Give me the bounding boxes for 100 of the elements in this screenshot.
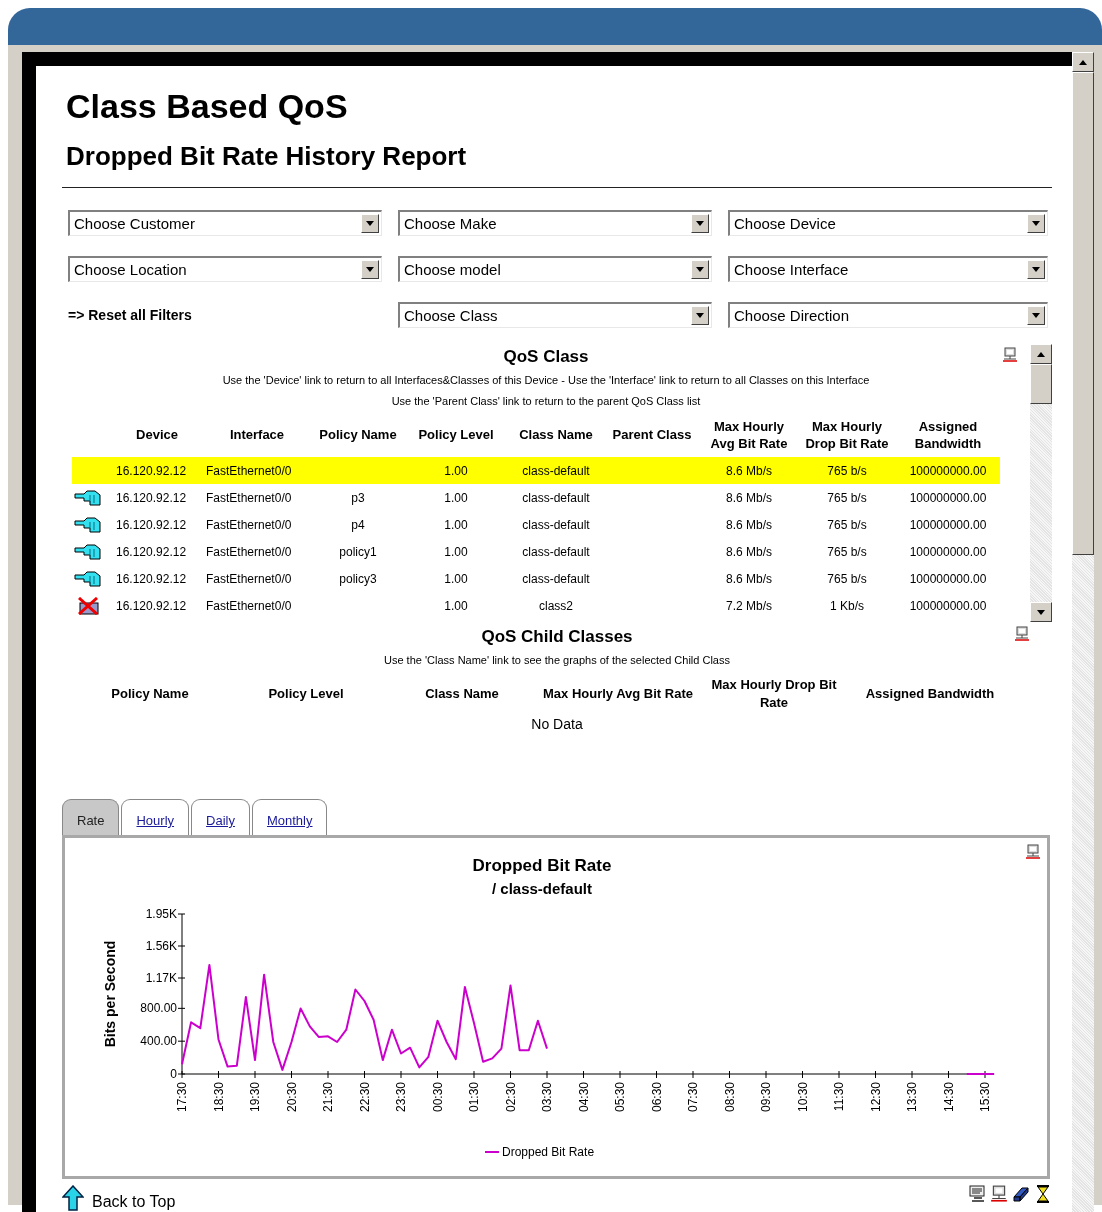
dropdown[interactable]: Choose Class xyxy=(398,302,712,328)
x-tick-label: 14:30 xyxy=(941,1082,956,1113)
table-cell: 16.120.92.12 xyxy=(116,490,187,505)
y-tick-label: 0 xyxy=(170,1067,177,1081)
scrollbar[interactable] xyxy=(1030,344,1052,622)
chart-subtitle: / class-default xyxy=(492,880,592,897)
legend-label: Dropped Bit Rate xyxy=(502,1145,595,1159)
table-cell: FastEthernet0/0 xyxy=(206,598,292,613)
dropdown[interactable]: Choose Interface xyxy=(728,256,1048,282)
up-arrow-icon[interactable] xyxy=(62,1185,84,1211)
table-cell: 1.00 xyxy=(444,571,468,586)
x-tick-label: 12:30 xyxy=(868,1082,883,1113)
y-tick-label: 400.00 xyxy=(140,1034,177,1049)
table-cell: 100000000.00 xyxy=(909,598,987,613)
x-tick-label: 01:30 xyxy=(467,1082,481,1113)
table-row[interactable]: 16.120.92.12 FastEthernet0/0 p3 1.00 class-default 8.6 Mb/s 765 b/s 100000000.00 xyxy=(72,484,1000,511)
hand-icon[interactable] xyxy=(74,515,102,534)
computer-icon[interactable] xyxy=(1014,626,1030,642)
table-cell: 765 b/s xyxy=(827,571,867,586)
column-header: Device xyxy=(136,427,178,442)
hand-icon[interactable] xyxy=(74,542,102,561)
column-header: Max Hourly Drop Bit Rate xyxy=(805,418,889,451)
table-cell: 765 b/s xyxy=(827,463,867,478)
page-scrollbar[interactable] xyxy=(1072,52,1094,1212)
table-cell: class-default xyxy=(522,517,590,532)
scroll-up-button[interactable] xyxy=(1072,52,1094,72)
y-tick-label: 800.00 xyxy=(140,1001,177,1016)
tab[interactable]: Hourly xyxy=(121,799,190,835)
table-cell: 16.120.92.12 xyxy=(116,571,187,586)
tab[interactable]: Rate xyxy=(62,799,120,835)
y-tick-label: 1.56K xyxy=(145,939,177,953)
computer-icon[interactable] xyxy=(1002,347,1018,363)
table-cell: 16.120.92.12 xyxy=(116,517,187,532)
column-header: Interface xyxy=(229,427,285,442)
back-to-top-link[interactable]: Back to Top xyxy=(92,1193,176,1211)
table-cell: 1.00 xyxy=(444,598,468,613)
column-header: Max Hourly Avg Bit Rate xyxy=(543,686,693,701)
table-cell: FastEthernet0/0 xyxy=(206,490,292,505)
table-row[interactable]: 16.120.92.12 FastEthernet0/0 p4 1.00 class-default 8.6 Mb/s 765 b/s 100000000.00 xyxy=(72,511,1000,538)
hand-icon[interactable] xyxy=(74,569,102,588)
x-tick-label: 08:30 xyxy=(722,1082,737,1113)
x-tick-label: 03:30 xyxy=(540,1082,554,1113)
hand-icon[interactable] xyxy=(74,488,102,507)
section-title: QoS Child Classes xyxy=(481,626,633,648)
screen-icon[interactable] xyxy=(968,1185,986,1203)
dropdown[interactable]: Choose Device xyxy=(728,210,1048,236)
y-axis-label: Bits per Second xyxy=(102,940,118,1048)
caret-icon xyxy=(1032,221,1040,226)
table-cell: 1.00 xyxy=(444,544,468,559)
hourglass-icon[interactable] xyxy=(1034,1185,1052,1203)
x-tick-label: 21:30 xyxy=(321,1082,335,1113)
column-header: Policy Level xyxy=(268,686,344,701)
scroll-down-button[interactable] xyxy=(1030,602,1052,622)
table-cell: class-default xyxy=(522,571,590,586)
tab[interactable]: Daily xyxy=(191,799,250,835)
up-arrow-icon xyxy=(1037,351,1045,357)
table-cell: 8.6 Mb/s xyxy=(726,571,772,586)
table-row[interactable]: 16.120.92.12 FastEthernet0/0 policy1 1.00 class-default 8.6 Mb/s 765 b/s 100000000.00 xyxy=(72,538,1000,565)
dropdown[interactable]: Choose model xyxy=(398,256,712,282)
dropdown[interactable]: Choose Make xyxy=(398,210,712,236)
table-cell: 16.120.92.12 xyxy=(116,598,187,613)
eraser-icon[interactable] xyxy=(1012,1185,1030,1203)
x-tick-label: 17:30 xyxy=(175,1082,189,1113)
table-cell: 100000000.00 xyxy=(909,571,987,586)
table-cell: 8.6 Mb/s xyxy=(726,490,772,505)
reset-filters-link[interactable]: => Reset all Filters xyxy=(68,307,192,323)
column-header: Class Name xyxy=(425,686,499,701)
x-tick-label: 07:30 xyxy=(686,1082,700,1113)
x-tick-label: 20:30 xyxy=(284,1082,299,1113)
table-cell: p4 xyxy=(351,517,365,532)
table-cell: class-default xyxy=(522,463,590,478)
scroll-thumb[interactable] xyxy=(1072,72,1094,555)
table-cell: policy1 xyxy=(339,544,377,559)
column-header: Parent Class xyxy=(612,427,692,442)
dropdown[interactable]: Choose Direction xyxy=(728,302,1048,328)
table-row[interactable]: 16.120.92.12 FastEthernet0/0 policy3 1.00 class-default 8.6 Mb/s 765 b/s 100000000.00 xyxy=(72,565,1000,592)
table-cell: 1 Kb/s xyxy=(830,598,864,613)
x-tick-label: 13:30 xyxy=(905,1082,919,1113)
table-row[interactable]: 16.120.92.12 FastEthernet0/0 1.00 class2 7.2 Mb/s 1 Kb/s 100000000.00 xyxy=(72,592,1000,619)
report-title: Dropped Bit Rate History Report xyxy=(66,140,468,172)
x-tick-label: 11:30 xyxy=(832,1082,846,1112)
computer-icon[interactable] xyxy=(1025,844,1041,860)
x-tick-label: 10:30 xyxy=(795,1082,810,1113)
column-header: Policy Name xyxy=(319,427,397,442)
table-cell: 100000000.00 xyxy=(909,544,987,559)
table-cell: policy3 xyxy=(339,571,377,586)
table-cell: 8.6 Mb/s xyxy=(726,544,772,559)
x-tick-label: 18:30 xyxy=(211,1082,226,1113)
table-row[interactable]: 16.120.92.12 FastEthernet0/0 1.00 class-default 8.6 Mb/s 765 b/s 100000000.00 xyxy=(72,457,1000,484)
tab[interactable]: Monthly xyxy=(251,799,328,835)
dropdown[interactable]: Choose Location xyxy=(68,256,382,282)
instruction-text: Use the 'Class Name' link to see the graphs of the selected Child Class xyxy=(383,653,731,668)
instruction-text: Use the 'Device' link to return to all Interfaces&Classes of this Device - Use the 'Interface' link to return to all Classes on this Interface xyxy=(221,373,871,388)
computer-icon[interactable] xyxy=(990,1185,1008,1203)
table-cell: class-default xyxy=(522,544,590,559)
caret-icon xyxy=(696,221,704,226)
scroll-up-button[interactable] xyxy=(1030,344,1052,364)
dropdown[interactable]: Choose Customer xyxy=(68,210,382,236)
x-tick-label: 22:30 xyxy=(357,1082,372,1113)
scroll-thumb[interactable] xyxy=(1030,364,1052,404)
